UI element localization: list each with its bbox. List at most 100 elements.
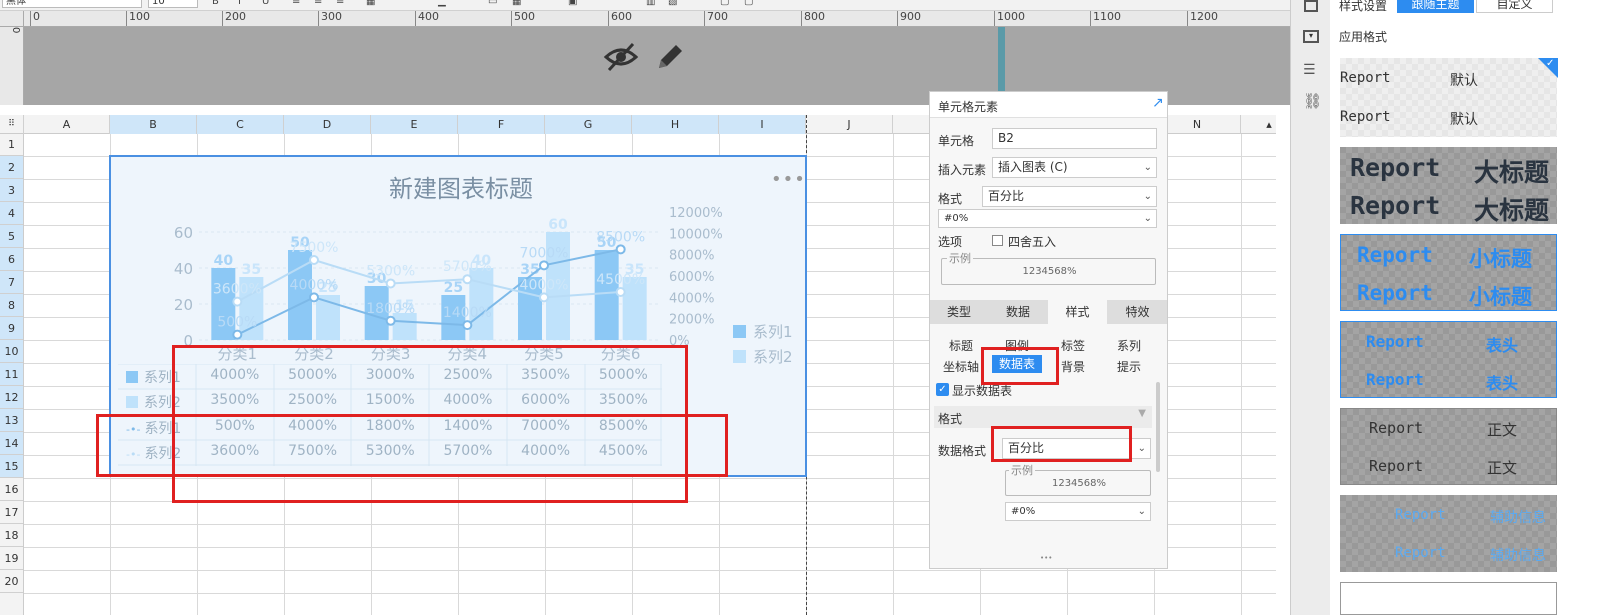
row-header[interactable]: 4	[0, 202, 23, 225]
border-icon[interactable]: ▦	[366, 0, 375, 7]
cell-input[interactable]: B2	[992, 128, 1157, 149]
style-item-body[interactable]: Report 正文 Report 正文	[1340, 408, 1557, 485]
row-header[interactable]: 17	[0, 501, 23, 524]
ruler-corner	[0, 11, 24, 27]
tab-type[interactable]: 类型	[930, 300, 988, 324]
underline-icon[interactable]: U	[262, 0, 269, 7]
row-header[interactable]: 11	[0, 363, 23, 386]
style-item-default[interactable]: Report 默认 Report 默认 ✓	[1340, 58, 1558, 137]
row-header[interactable]: 7	[0, 271, 23, 294]
row-header[interactable]: 18	[0, 524, 23, 547]
format-select[interactable]: 百分比 ⌄	[982, 186, 1157, 207]
style-sample-name: 正文	[1487, 459, 1518, 477]
font-color-icon[interactable]: ▁	[438, 0, 446, 7]
style-item-aux[interactable]: Report 辅助信息 Report 辅助信息	[1340, 495, 1557, 572]
italic-icon[interactable]: I	[238, 0, 241, 7]
row-header[interactable]: 19	[0, 547, 23, 570]
row-header[interactable]: 9	[0, 317, 23, 340]
cell-icon[interactable]	[1304, 0, 1318, 12]
row-header[interactable]: 1	[0, 134, 23, 156]
row-header[interactable]: 13	[0, 409, 23, 432]
pencil-icon[interactable]	[655, 40, 685, 72]
resize-grip[interactable]: •••	[1040, 554, 1052, 562]
row-header[interactable]: 8	[0, 294, 23, 317]
chart-icon[interactable]: ▥	[646, 0, 655, 7]
paste-icon[interactable]: ▢	[744, 0, 753, 7]
tab-style[interactable]: 样式	[1048, 300, 1107, 324]
style-sample-name: 小标题	[1469, 285, 1532, 309]
list-icon[interactable]: ☰	[1303, 62, 1316, 78]
row-header[interactable]: 5	[0, 225, 23, 248]
align-left-icon[interactable]: ≡	[292, 0, 300, 7]
style-sample-name: 默认	[1450, 73, 1478, 89]
column-header-g[interactable]: G	[545, 115, 632, 134]
subtab-series[interactable]: 系列	[1104, 337, 1154, 354]
insert-icon[interactable]: ▣	[568, 0, 577, 7]
merge-icon[interactable]: ▭	[488, 0, 497, 7]
row-header[interactable]: 3	[0, 179, 23, 202]
image-icon[interactable]: ▧	[668, 0, 677, 7]
widget-icon[interactable]: ▾	[1303, 30, 1319, 43]
row-header[interactable]: 16	[0, 478, 23, 501]
line-label: 3600%	[213, 282, 262, 298]
format-section-header[interactable]: 格式 ▼	[934, 406, 1152, 428]
right-icon-bar: ▾ ☰ ⛓	[1290, 0, 1330, 615]
column-header-f[interactable]: F	[458, 115, 545, 134]
font-name-select[interactable]: 黑体	[2, 0, 142, 8]
row-header[interactable]: 12	[0, 386, 23, 409]
style-item-next[interactable]	[1340, 582, 1557, 615]
table-icon[interactable]: ▦	[512, 0, 521, 7]
link-icon[interactable]: ⛓	[1303, 92, 1322, 110]
column-header-c[interactable]: C	[197, 115, 284, 134]
tab-data[interactable]: 数据	[989, 300, 1047, 324]
hidden-eye-icon[interactable]	[603, 40, 639, 74]
pattern2-select[interactable]: #0% ⌄	[1005, 502, 1151, 521]
subtab-title[interactable]: 标题	[936, 337, 986, 354]
align-center-icon[interactable]: ≡	[314, 0, 322, 7]
tab-effect[interactable]: 特效	[1108, 300, 1167, 324]
panel-scrollbar[interactable]	[1156, 382, 1160, 472]
tab-custom[interactable]: 自定义	[1476, 0, 1553, 13]
style-sample-name: 默认	[1450, 112, 1478, 128]
scroll-up-icon[interactable]: ▴	[1262, 115, 1276, 134]
show-table-checkbox[interactable]: ✓	[936, 383, 949, 396]
font-size-select[interactable]: 10	[148, 0, 198, 8]
tab-follow-theme[interactable]: 跟随主题	[1397, 0, 1474, 13]
series1-point	[232, 329, 243, 340]
column-header-b[interactable]: B	[110, 115, 197, 134]
column-header-a[interactable]: A	[24, 115, 110, 134]
subtab-axis[interactable]: 坐标轴	[936, 358, 986, 375]
column-header-h[interactable]: H	[632, 115, 719, 134]
expand-icon[interactable]: ↗	[1152, 95, 1164, 111]
line-label: 4000%	[290, 277, 339, 293]
column-header-d[interactable]: D	[284, 115, 371, 134]
row-header[interactable]: 20	[0, 570, 23, 593]
row-header[interactable]: 2	[0, 156, 23, 179]
style-item-header[interactable]: Report 表头 Report 表头	[1340, 321, 1557, 398]
line-label: 7000%	[520, 245, 569, 261]
apply-format-label: 应用格式	[1339, 30, 1388, 44]
format-pattern-select[interactable]: #0% ⌄	[938, 209, 1157, 228]
select-all-icon[interactable]: ⠿	[0, 115, 24, 134]
insert-element-select[interactable]: 插入图表 (C) ⌄	[992, 157, 1157, 178]
row-header[interactable]: 14	[0, 432, 23, 455]
subtab-tooltip[interactable]: 提示	[1104, 358, 1154, 375]
style-item-subtitle[interactable]: Report 小标题 Report 小标题	[1340, 234, 1557, 311]
pattern2-value: #0%	[1011, 506, 1036, 517]
left-axis-tick: 20	[174, 296, 193, 314]
series1-point	[462, 320, 473, 331]
bold-icon[interactable]: B	[212, 0, 219, 7]
row-header[interactable]: 15	[0, 455, 23, 478]
right-axis-tick: 2000%	[669, 313, 714, 328]
align-right-icon[interactable]: ≡	[336, 0, 344, 7]
round-checkbox[interactable]	[992, 235, 1003, 246]
column-header-i[interactable]: I	[719, 115, 806, 134]
style-sample-name: 正文	[1487, 421, 1518, 439]
column-header-e[interactable]: E	[371, 115, 458, 134]
row-header[interactable]: 10	[0, 340, 23, 363]
style-item-big-title[interactable]: Report 大标题 Report 大标题	[1340, 147, 1557, 225]
column-header-j[interactable]: J	[806, 115, 893, 134]
copy-icon[interactable]: ▢	[720, 0, 729, 7]
row-header[interactable]: 6	[0, 248, 23, 271]
highlight-box-line-rows	[96, 414, 728, 477]
